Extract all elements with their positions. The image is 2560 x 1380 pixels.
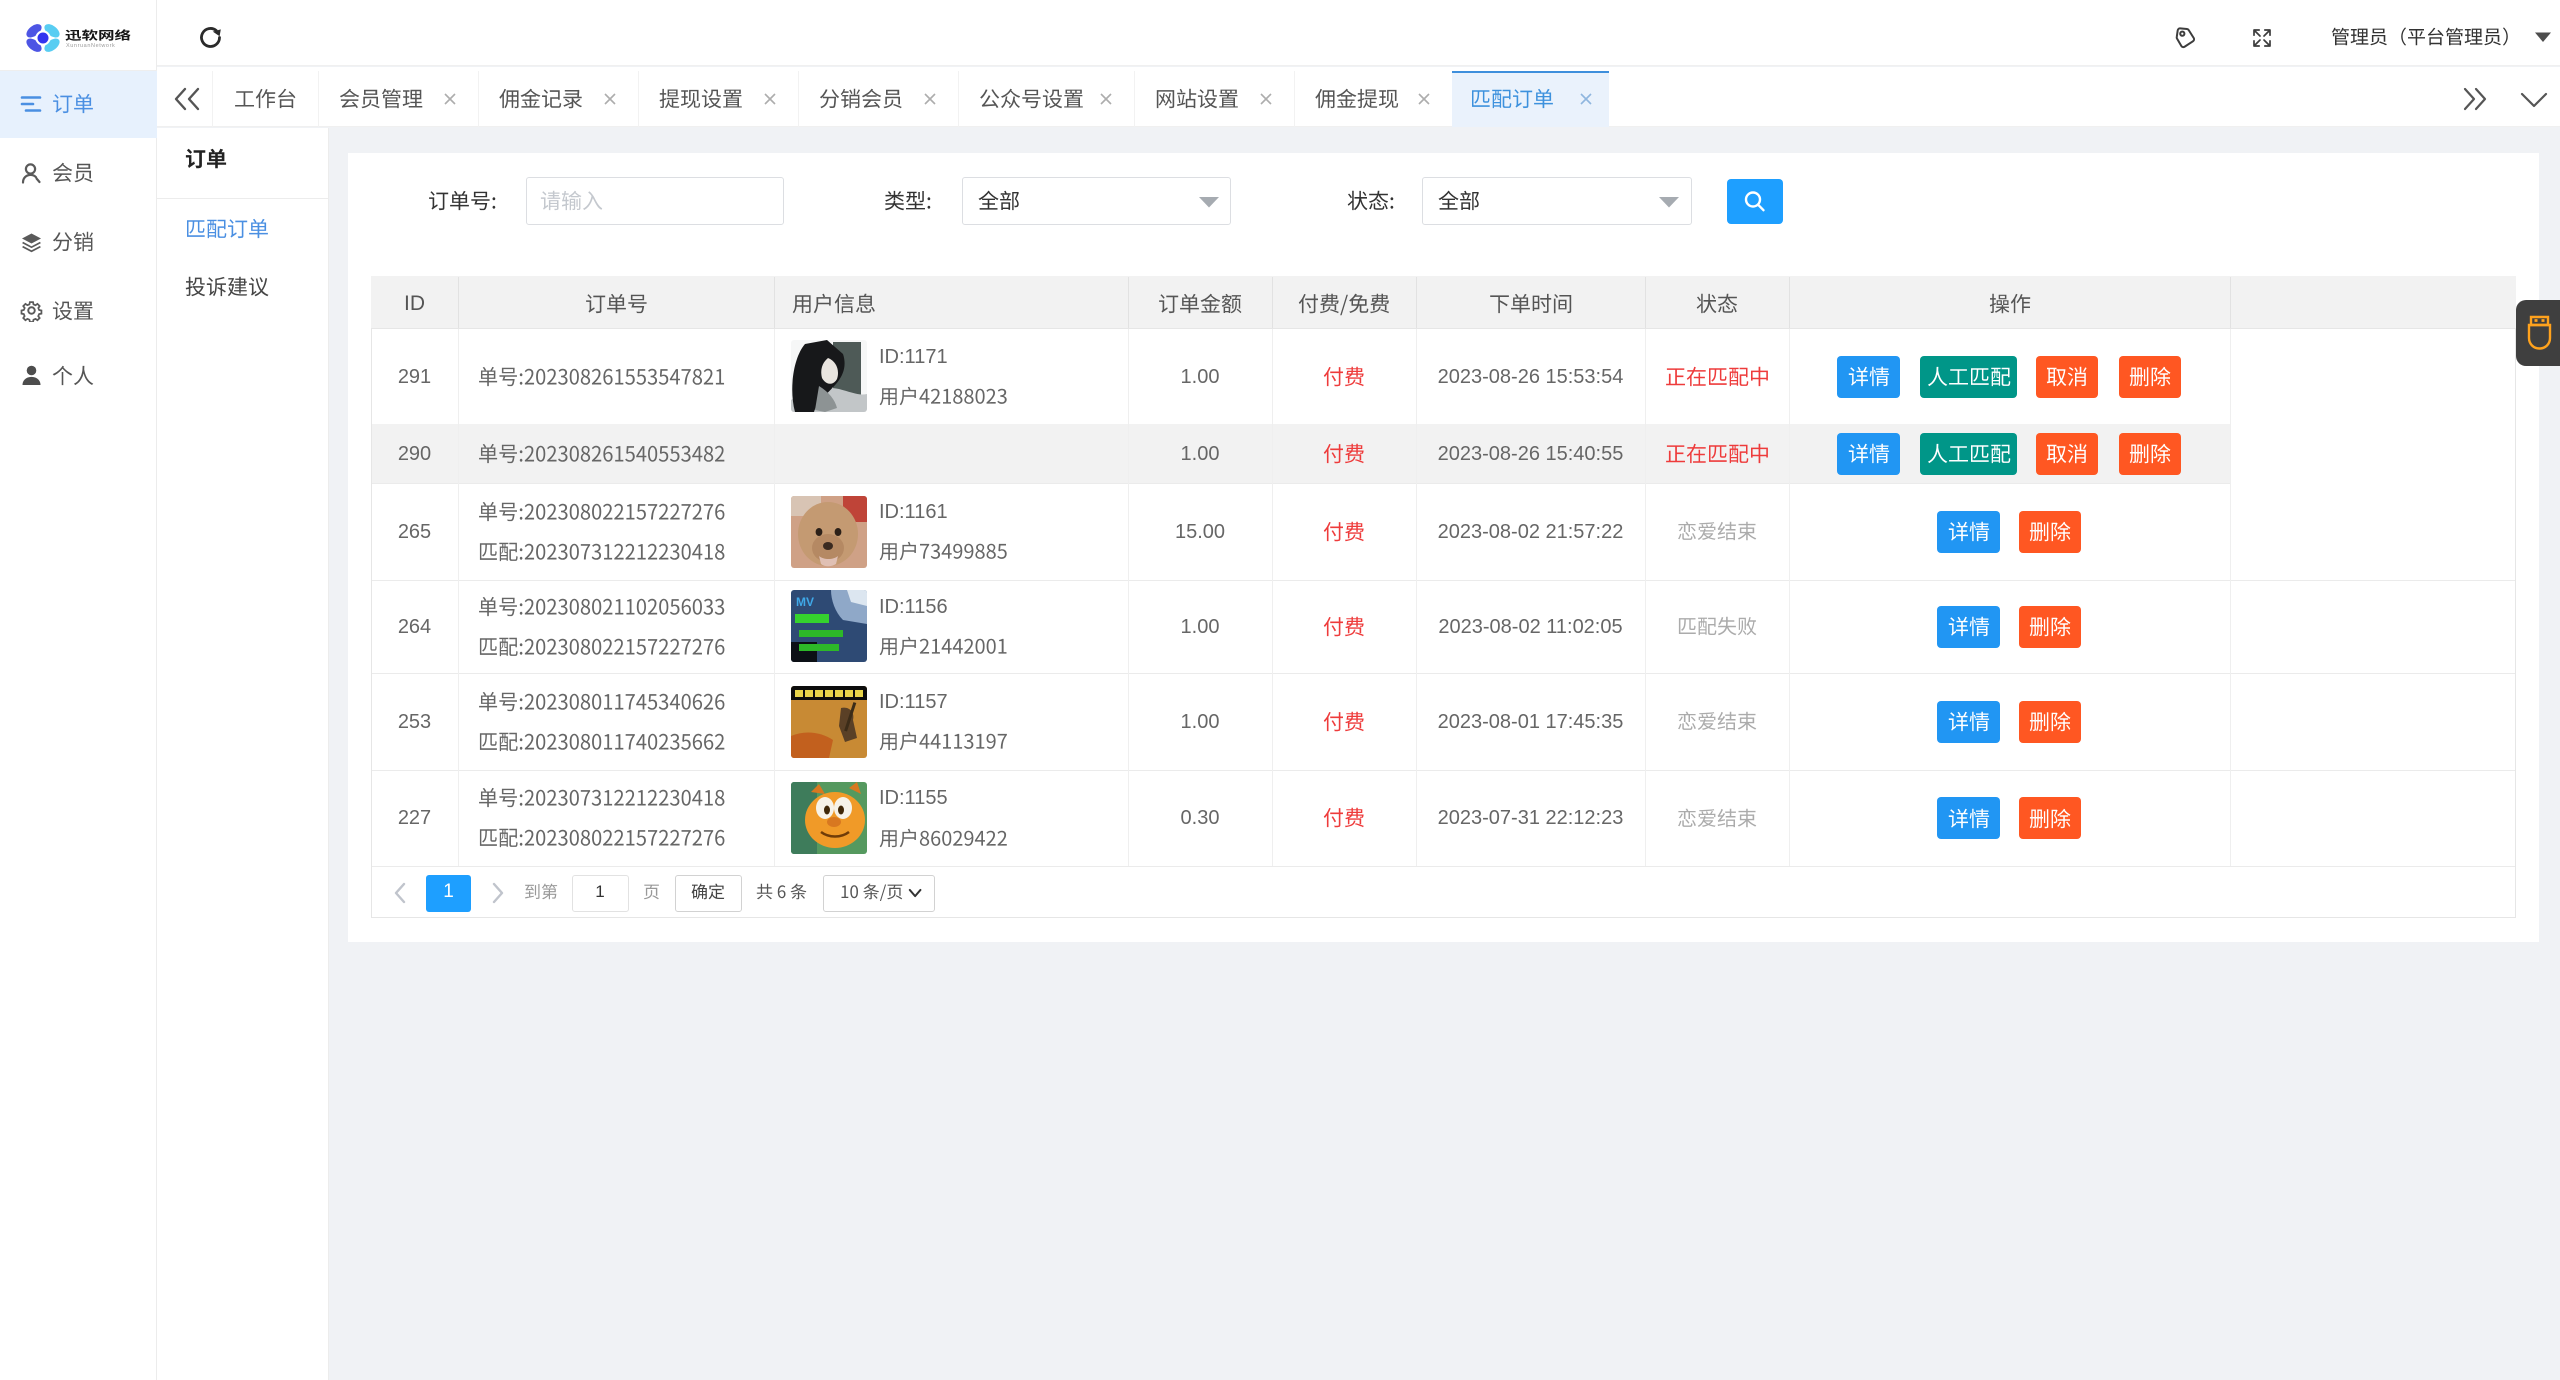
- svg-text:MV: MV: [796, 595, 814, 609]
